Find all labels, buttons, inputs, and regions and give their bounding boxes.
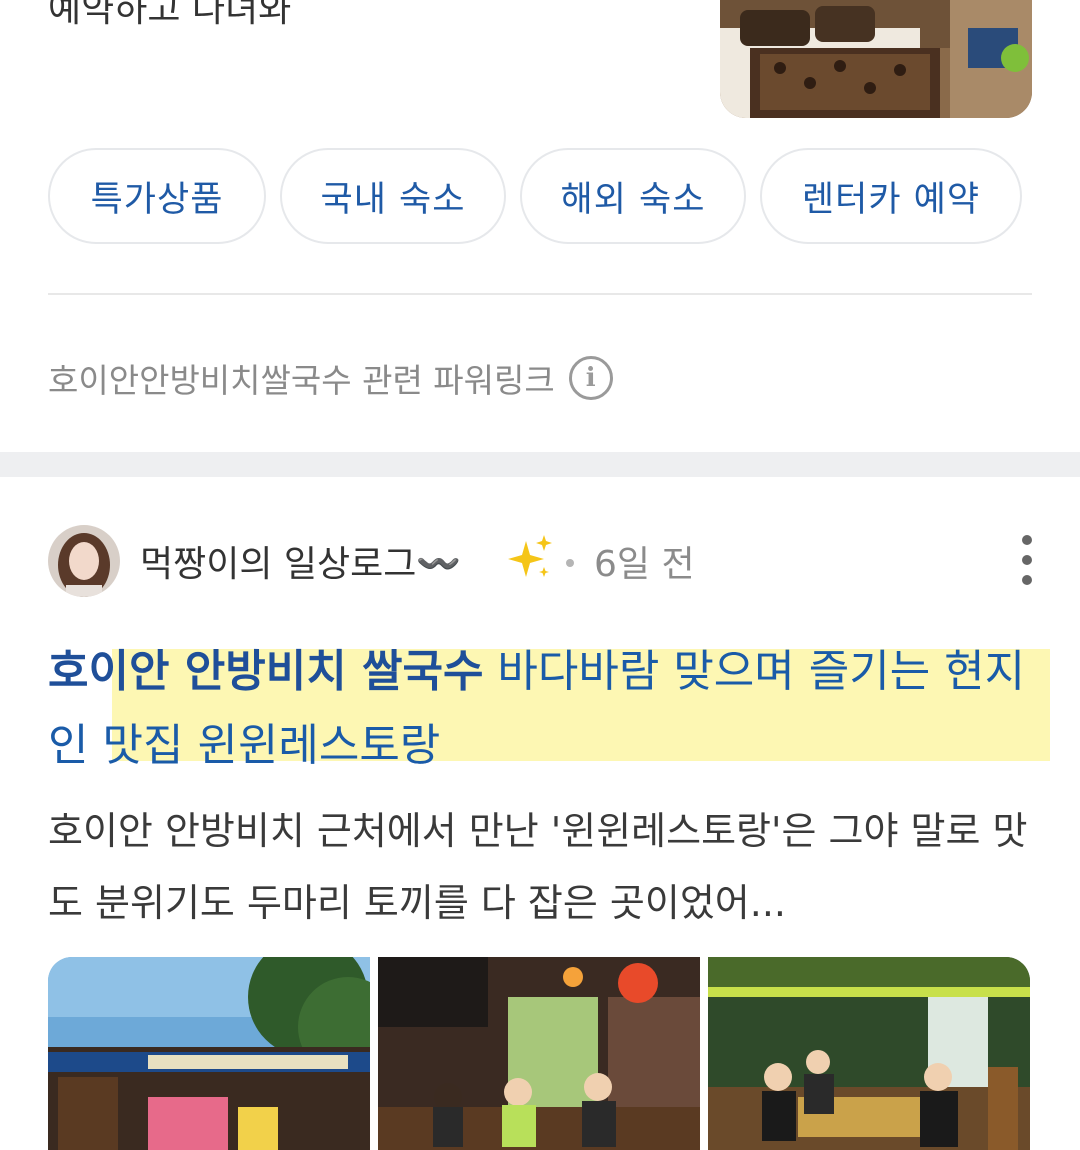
chip-special-deals[interactable]: 특가상품 [48,148,266,244]
category-chips: 특가상품 국내 숙소 해외 숙소 렌터카 예약 [48,148,1032,244]
cut-off-text: 예약하고 다녀와 [48,0,292,30]
post-images [48,957,1032,1150]
chip-rental-car[interactable]: 렌터카 예약 [760,148,1022,244]
hotel-room-thumbnail[interactable] [720,0,1032,118]
more-options-icon[interactable] [1012,535,1042,585]
post-image-interior[interactable] [378,957,700,1150]
blog-post-card: 먹짱이의 일상로그〰️ 6일 전 호이안 안방비치 쌀국수 바다바람 맞으며 즐… [0,477,1080,1150]
post-image-terrace[interactable] [708,957,1030,1150]
ad-section: 예약하고 다녀와 특가상품 국내 숙소 해외 숙소 렌터카 예약 호이안안방비치… [0,0,1080,452]
avatar[interactable] [48,525,120,597]
post-title[interactable]: 호이안 안방비치 쌀국수 바다바람 맞으며 즐기는 현지인 맛집 윈윈레스토랑 [48,635,1038,783]
chip-overseas-stays[interactable]: 해외 숙소 [520,148,746,244]
author-row: 먹짱이의 일상로그〰️ 6일 전 [48,525,1038,597]
sparkles-icon [504,533,554,583]
post-title-keyword: 호이안 안방비치 쌀국수 [48,646,484,697]
post-image-exterior[interactable] [48,957,370,1150]
chip-domestic-stays[interactable]: 국내 숙소 [280,148,506,244]
separator-dot [566,559,574,567]
section-separator [0,452,1080,477]
powerlink-header: 호이안안방비치쌀국수 관련 파워링크 i [48,350,613,406]
author-name[interactable]: 먹짱이의 일상로그〰️ [140,535,461,587]
post-time: 6일 전 [594,544,695,585]
post-snippet: 호이안 안방비치 근처에서 만난 '윈윈레스토랑'은 그야 말로 맛도 분위기도… [48,809,1028,925]
section-divider [48,293,1032,295]
powerlink-label: 호이안안방비치쌀국수 관련 파워링크 [48,361,555,400]
info-icon[interactable]: i [568,356,613,400]
